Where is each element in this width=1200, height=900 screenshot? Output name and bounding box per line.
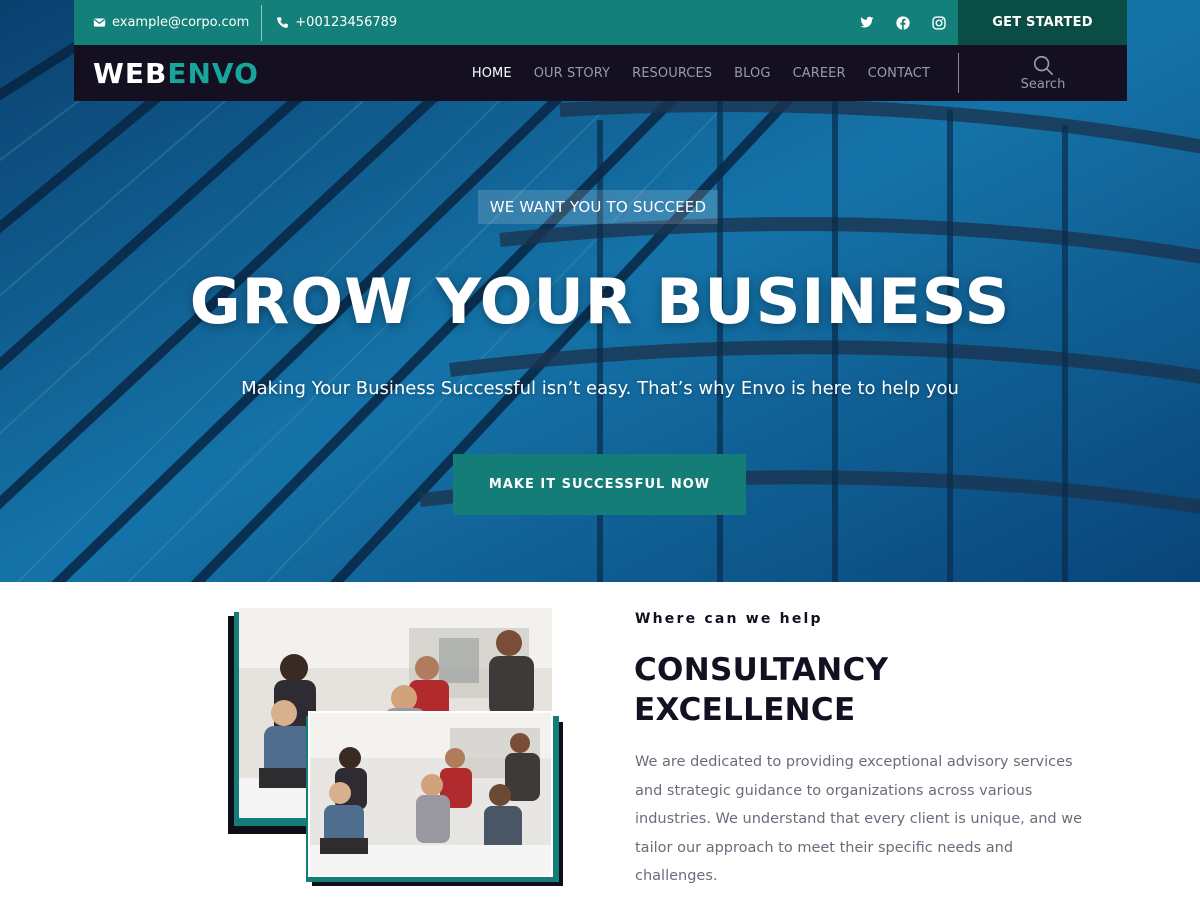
section-body-text: We are dedicated to providing exceptiona…	[635, 754, 1083, 884]
nav-item-blog[interactable]: BLOG	[734, 66, 770, 81]
site-logo[interactable]: WEBENVO	[93, 57, 259, 90]
hero-title: GROW YOUR BUSINESS	[189, 265, 1011, 338]
section-eyebrow: Where can we help	[635, 611, 823, 627]
logo-text-web: WEB	[93, 56, 168, 90]
email-text: example@corpo.com	[112, 15, 250, 30]
email-link[interactable]: example@corpo.com	[74, 0, 261, 45]
nav-menu: HOME OUR STORY RESOURCES BLOG CAREER CON…	[472, 66, 958, 81]
make-it-successful-button[interactable]: MAKE IT SUCCESSFUL NOW	[453, 454, 746, 515]
envelope-icon	[93, 16, 107, 30]
instagram-icon[interactable]	[932, 15, 946, 30]
top-bar: example@corpo.com +00123456789 GET START…	[74, 0, 1127, 45]
twitter-icon[interactable]	[860, 16, 874, 30]
phone-icon	[276, 16, 290, 30]
phone-link[interactable]: +00123456789	[262, 0, 397, 45]
nav-item-contact[interactable]: CONTACT	[868, 66, 930, 81]
nav-item-home[interactable]: HOME	[472, 66, 512, 81]
section-title: CONSULTANCY EXCELLENCE	[634, 650, 1074, 730]
search-icon	[1032, 54, 1054, 76]
team-photo-collage	[228, 606, 568, 891]
logo-text-envo: ENVO	[167, 56, 259, 90]
nav-item-our-story[interactable]: OUR STORY	[534, 66, 610, 81]
nav-item-resources[interactable]: RESOURCES	[632, 66, 712, 81]
phone-text: +00123456789	[295, 15, 398, 30]
get-started-button[interactable]: GET STARTED	[958, 0, 1127, 45]
hero-subtitle: Making Your Business Successful isn’t ea…	[241, 378, 959, 399]
nav-item-career[interactable]: CAREER	[793, 66, 846, 81]
facebook-icon[interactable]	[896, 15, 910, 30]
main-navbar: WEBENVO HOME OUR STORY RESOURCES BLOG CA…	[74, 45, 1127, 101]
section-title-line1: CONSULTANCY	[634, 652, 889, 688]
social-links	[860, 15, 958, 30]
team-meeting-photo-front	[308, 711, 553, 877]
search-label: Search	[1020, 77, 1066, 92]
hero-eyebrow: WE WANT YOU TO SUCCEED	[478, 190, 718, 224]
search-button[interactable]: Search	[959, 45, 1127, 101]
section-title-line2: EXCELLENCE	[634, 692, 856, 728]
